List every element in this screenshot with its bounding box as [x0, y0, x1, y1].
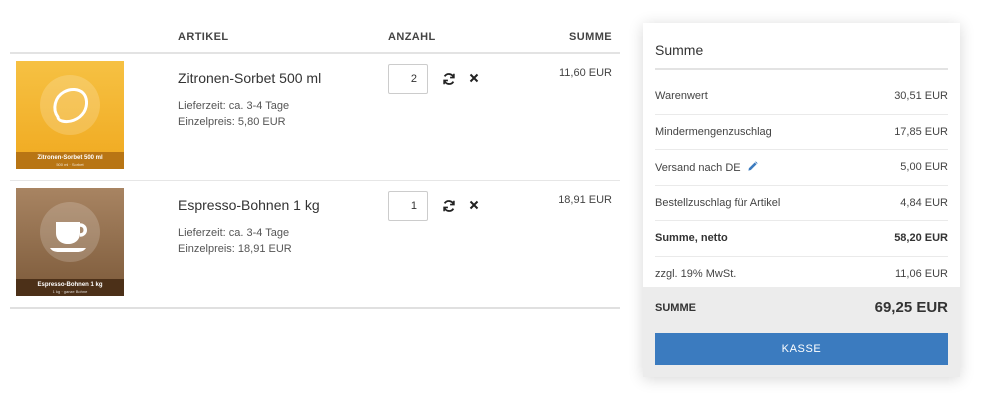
delivery-time: Lieferzeit: ca. 3-4 Tage: [178, 100, 290, 112]
shipping-label: Versand nach DE: [655, 162, 741, 175]
product-image-label: Zitronen-Sorbet 500 ml 500 ml · Sorbet: [16, 152, 124, 169]
quantity-input[interactable]: 1: [388, 191, 428, 221]
summary-line-label: zzgl. 19% MwSt.: [655, 267, 737, 280]
row-sum: 18,91 EUR: [558, 194, 612, 206]
checkout-button[interactable]: KASSE: [655, 333, 948, 365]
product-image[interactable]: Zitronen-Sorbet 500 ml 500 ml · Sorbet: [16, 61, 124, 169]
row-sum: 11,60 EUR: [559, 67, 612, 79]
column-header-sum: SUMME: [569, 31, 612, 43]
product-title[interactable]: Zitronen-Sorbet 500 ml: [178, 70, 321, 86]
cart-row: Espresso-Bohnen 1 kg 1 kg · ganze Bohne …: [10, 181, 620, 309]
product-image-label: Espresso-Bohnen 1 kg 1 kg · ganze Bohne: [16, 279, 124, 296]
close-icon[interactable]: [468, 72, 480, 84]
summary-line-label: Versand nach DE: [655, 161, 758, 174]
summary-line-goods-value: Warenwert 30,51 EUR: [655, 79, 948, 115]
summary-line-order-surcharge: Bestellzuschlag für Artikel 4,84 EUR: [655, 186, 948, 222]
summary-line-label: Mindermengenzuschlag: [655, 125, 772, 138]
total-section: SUMME 69,25 EUR KASSE: [643, 287, 960, 377]
refresh-icon[interactable]: [442, 199, 456, 213]
summary-divider: [655, 68, 948, 70]
summary-line-label: Bestellzuschlag für Artikel: [655, 196, 781, 209]
cart-page: ARTIKEL ANZAHL SUMME Zitronen-Sorbet 500…: [0, 0, 1000, 413]
cart-table-header: ARTIKEL ANZAHL SUMME: [10, 22, 620, 54]
summary-line-value: 11,06 EUR: [895, 267, 948, 280]
unit-price: Einzelpreis: 5,80 EUR: [178, 116, 286, 128]
summary-lines: Warenwert 30,51 EUR Mindermengenzuschlag…: [655, 79, 948, 292]
column-header-quantity: ANZAHL: [388, 31, 436, 43]
close-icon[interactable]: [468, 199, 480, 211]
summary-line-shipping: Versand nach DE 5,00 EUR: [655, 150, 948, 186]
product-title[interactable]: Espresso-Bohnen 1 kg: [178, 197, 320, 213]
quantity-input[interactable]: 2: [388, 64, 428, 94]
summary-line-value: 17,85 EUR: [894, 125, 948, 138]
column-header-article: ARTIKEL: [178, 31, 229, 43]
summary-line-net-total: Summe, netto 58,20 EUR: [655, 221, 948, 257]
summary-line-value: 58,20 EUR: [894, 232, 948, 245]
summary-line-value: 4,84 EUR: [900, 196, 948, 209]
delivery-time: Lieferzeit: ca. 3-4 Tage: [178, 227, 290, 239]
summary-title: Summe: [655, 42, 704, 58]
product-image[interactable]: Espresso-Bohnen 1 kg 1 kg · ganze Bohne: [16, 188, 124, 296]
summary-line-value: 5,00 EUR: [900, 161, 948, 174]
unit-price: Einzelpreis: 18,91 EUR: [178, 243, 292, 255]
summary-line-value: 30,51 EUR: [894, 90, 948, 102]
summary-line-small-quantity-surcharge: Mindermengenzuschlag 17,85 EUR: [655, 115, 948, 151]
coffee-cup-icon: [50, 222, 87, 252]
summary-line-label: Warenwert: [655, 90, 708, 102]
lemon-icon: [53, 88, 88, 124]
order-summary: Summe Warenwert 30,51 EUR Mindermengenzu…: [643, 23, 960, 377]
total-label: SUMME: [655, 302, 696, 314]
refresh-icon[interactable]: [442, 72, 456, 86]
total-value: 69,25 EUR: [874, 299, 948, 316]
cart-table: ARTIKEL ANZAHL SUMME Zitronen-Sorbet 500…: [10, 22, 620, 309]
cart-row: Zitronen-Sorbet 500 ml 500 ml · Sorbet Z…: [10, 54, 620, 181]
pencil-icon[interactable]: [747, 161, 758, 172]
summary-line-label: Summe, netto: [655, 232, 728, 245]
